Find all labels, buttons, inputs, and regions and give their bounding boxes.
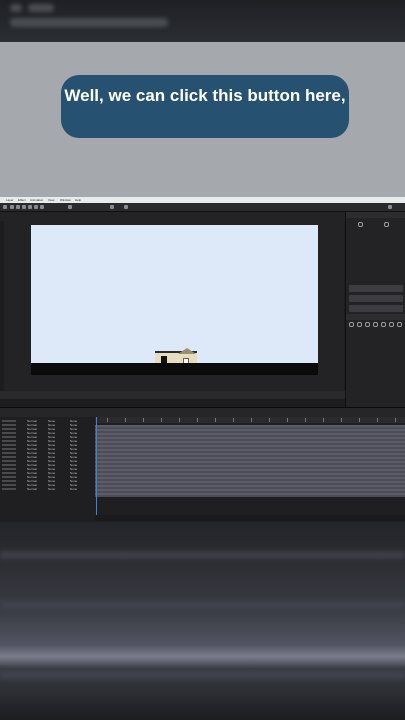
layer-mode: Normal	[27, 487, 37, 491]
subtitle-caption: Well, we can click this button here,	[61, 75, 349, 138]
ground-layer[interactable]	[31, 363, 318, 375]
selection-tool-icon[interactable]	[10, 205, 14, 209]
panel-tool-icon[interactable]	[358, 222, 363, 227]
composition-viewer[interactable]	[4, 221, 344, 391]
effect-icon-2[interactable]	[357, 322, 362, 327]
layer-list: Normal None None Normal None None Normal None…	[0, 417, 94, 521]
composition-canvas[interactable]	[31, 225, 318, 375]
effect-icon-4[interactable]	[373, 322, 378, 327]
settings-icon[interactable]	[397, 322, 402, 327]
viewer-footer-bar	[0, 391, 345, 399]
effect-icon-1[interactable]	[349, 322, 354, 327]
playhead[interactable]	[96, 417, 97, 517]
star-icon[interactable]	[381, 322, 386, 327]
time-ruler[interactable]	[95, 417, 405, 423]
snapping-icon[interactable]	[68, 205, 72, 209]
blurred-header	[0, 0, 405, 42]
panel-button-3[interactable]	[349, 305, 403, 312]
panel-tool-icon-2[interactable]	[384, 222, 389, 227]
composition-tabs	[0, 212, 345, 221]
layer-trkmat: None	[48, 487, 56, 491]
hand-tool-icon[interactable]	[16, 205, 20, 209]
rotate-tool-icon[interactable]	[28, 205, 32, 209]
shape-tool-icon[interactable]	[110, 205, 114, 209]
panel-button[interactable]	[349, 285, 403, 292]
pen-tool-icon[interactable]	[124, 205, 128, 209]
timeline-panel: Normal None None Normal None None Normal None…	[0, 407, 405, 522]
house-window	[161, 356, 167, 363]
blurred-footer	[0, 522, 405, 720]
effect-icon-3[interactable]	[365, 322, 370, 327]
camera-tool-icon[interactable]	[34, 205, 38, 209]
timeline-footer	[95, 515, 405, 521]
gear-icon[interactable]	[389, 322, 394, 327]
pan-tool-icon[interactable]	[40, 205, 44, 209]
tools-toolbar	[0, 203, 405, 212]
home-icon[interactable]	[3, 205, 7, 209]
timeline-header	[0, 408, 405, 417]
layer-tracks[interactable]	[95, 425, 405, 497]
zoom-tool-icon[interactable]	[22, 205, 26, 209]
panel-header-info[interactable]	[346, 212, 405, 218]
layer-parent: None	[70, 487, 78, 491]
panel-header-characters[interactable]	[346, 314, 405, 320]
layer-row[interactable]: Normal None None	[0, 487, 94, 491]
search-icon[interactable]	[388, 205, 392, 209]
house-roof	[178, 348, 196, 354]
after-effects-window: Layer Effect Animation View Window Help	[0, 197, 405, 522]
panel-button-2[interactable]	[349, 295, 403, 302]
right-panels	[345, 212, 405, 407]
video-frame: Well, we can click this button here, Lay…	[0, 0, 405, 720]
